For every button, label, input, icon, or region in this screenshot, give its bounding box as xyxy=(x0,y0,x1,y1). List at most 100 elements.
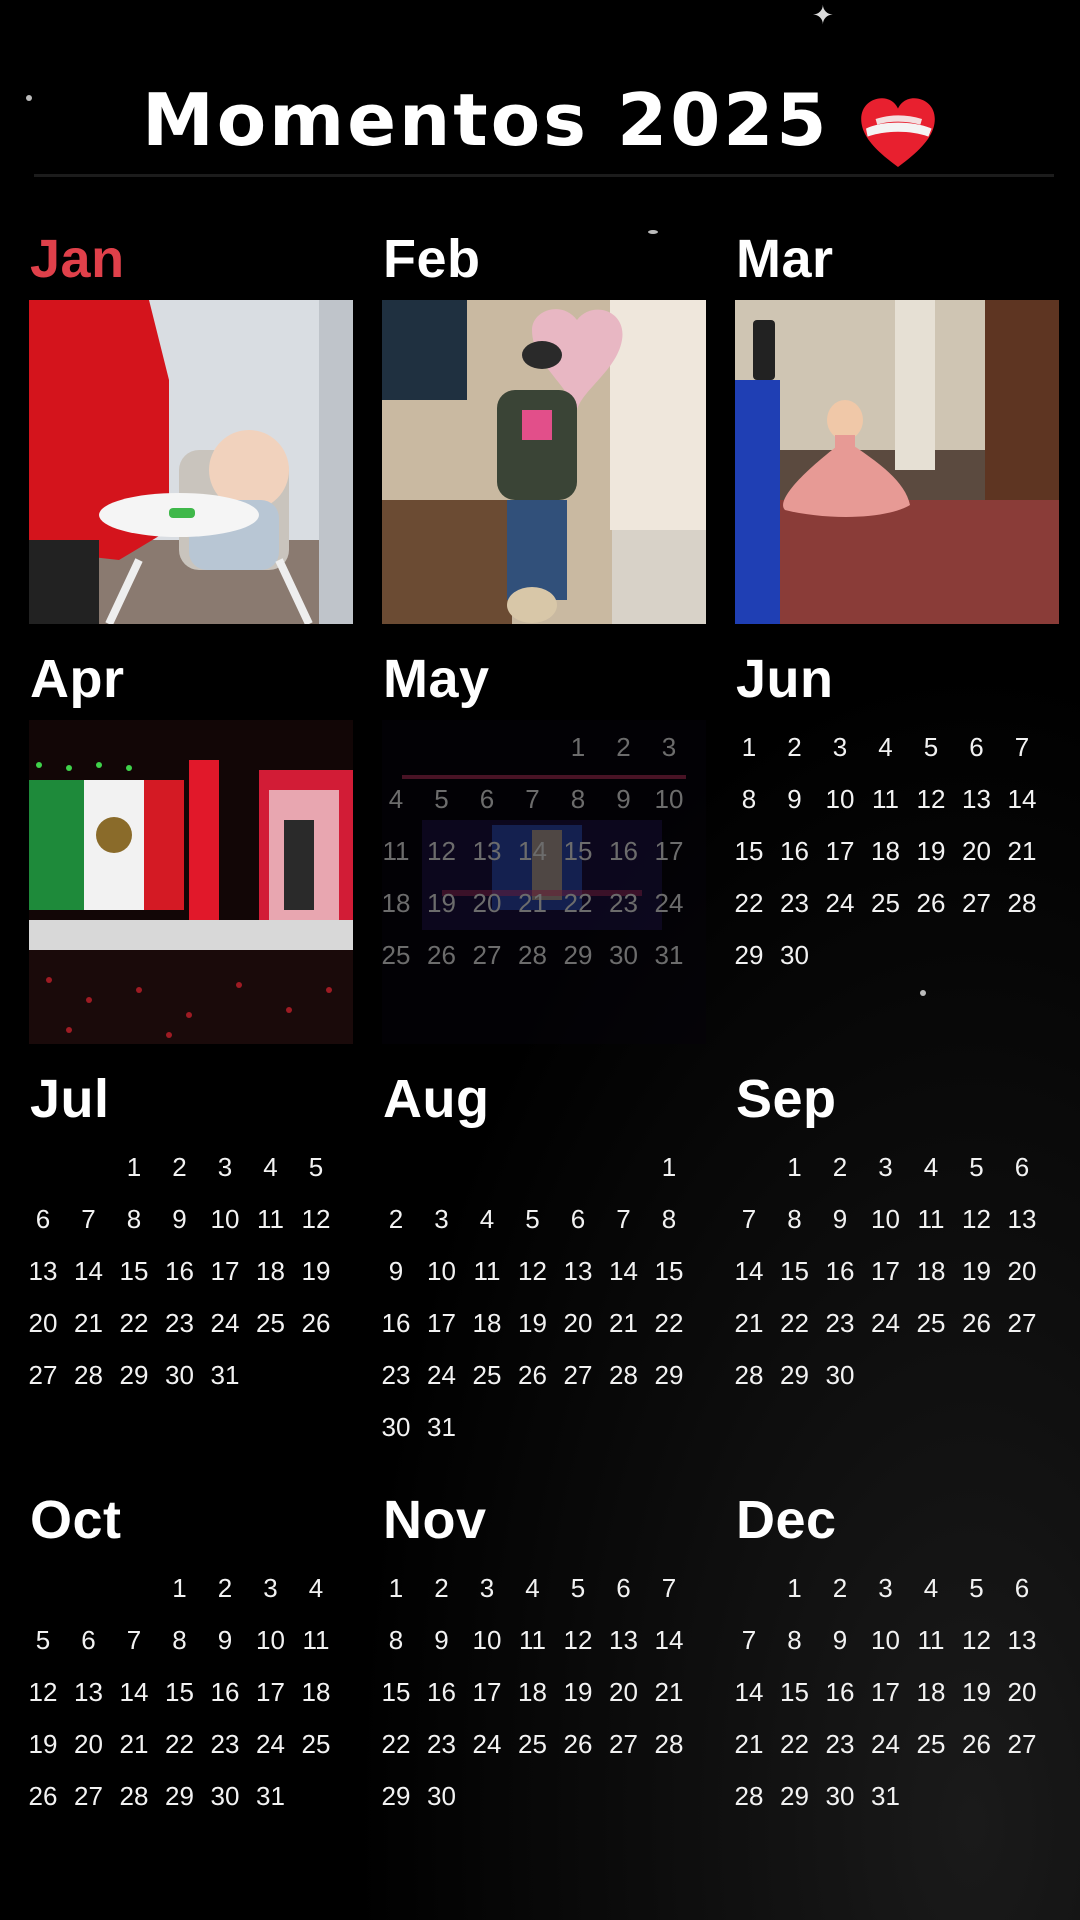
day-cell[interactable]: 3 xyxy=(419,1204,465,1235)
day-cell[interactable]: 21 xyxy=(601,1308,647,1339)
day-cell[interactable]: 10 xyxy=(248,1625,294,1656)
day-cell[interactable]: 28 xyxy=(726,1360,772,1391)
quinceanera-dress-photo[interactable] xyxy=(735,300,1059,624)
day-cell[interactable]: 5 xyxy=(954,1152,1000,1183)
day-cell[interactable]: 6 xyxy=(464,784,510,815)
day-cell[interactable]: 29 xyxy=(726,940,772,971)
day-cell[interactable]: 26 xyxy=(293,1308,339,1339)
day-cell[interactable]: 16 xyxy=(817,1256,863,1287)
day-cell[interactable]: 8 xyxy=(646,1204,692,1235)
day-cell[interactable]: 22 xyxy=(373,1729,419,1760)
day-cell[interactable]: 9 xyxy=(601,784,647,815)
day-cell[interactable]: 9 xyxy=(817,1625,863,1656)
day-cell[interactable]: 6 xyxy=(20,1204,66,1235)
day-cell[interactable]: 19 xyxy=(908,836,954,867)
day-cell[interactable]: 7 xyxy=(646,1573,692,1604)
day-cell[interactable]: 29 xyxy=(157,1781,203,1812)
day-cell[interactable]: 21 xyxy=(999,836,1045,867)
day-cell[interactable]: 1 xyxy=(555,732,601,763)
day-cell[interactable]: 1 xyxy=(157,1573,203,1604)
day-cell[interactable]: 25 xyxy=(510,1729,556,1760)
day-cell[interactable]: 16 xyxy=(157,1256,203,1287)
day-cell[interactable]: 7 xyxy=(726,1625,772,1656)
day-cell[interactable]: 16 xyxy=(373,1308,419,1339)
day-cell[interactable]: 20 xyxy=(555,1308,601,1339)
day-cell[interactable]: 28 xyxy=(111,1781,157,1812)
day-cell[interactable]: 24 xyxy=(863,1729,909,1760)
day-cell[interactable]: 22 xyxy=(772,1729,818,1760)
day-cell[interactable]: 15 xyxy=(772,1677,818,1708)
day-cell[interactable]: 12 xyxy=(293,1204,339,1235)
day-cell[interactable]: 24 xyxy=(646,888,692,919)
day-cell[interactable]: 30 xyxy=(772,940,818,971)
day-cell[interactable]: 12 xyxy=(555,1625,601,1656)
day-cell[interactable]: 3 xyxy=(817,732,863,763)
day-cell[interactable]: 2 xyxy=(202,1573,248,1604)
day-cell[interactable]: 26 xyxy=(555,1729,601,1760)
concert-mexican-flag-photo[interactable] xyxy=(29,720,353,1044)
day-cell[interactable]: 11 xyxy=(863,784,909,815)
man-with-heart-balloon-photo[interactable] xyxy=(382,300,706,624)
day-cell[interactable]: 14 xyxy=(999,784,1045,815)
day-cell[interactable]: 11 xyxy=(908,1204,954,1235)
day-cell[interactable]: 31 xyxy=(419,1412,465,1443)
day-cell[interactable]: 1 xyxy=(373,1573,419,1604)
day-cell[interactable]: 11 xyxy=(510,1625,556,1656)
day-cell[interactable]: 15 xyxy=(772,1256,818,1287)
day-cell[interactable]: 20 xyxy=(999,1677,1045,1708)
day-cell[interactable]: 14 xyxy=(510,836,556,867)
day-cell[interactable]: 19 xyxy=(954,1677,1000,1708)
day-cell[interactable]: 2 xyxy=(817,1152,863,1183)
day-cell[interactable]: 24 xyxy=(863,1308,909,1339)
day-cell[interactable]: 2 xyxy=(772,732,818,763)
day-cell[interactable]: 21 xyxy=(726,1729,772,1760)
day-cell[interactable]: 14 xyxy=(726,1677,772,1708)
day-cell[interactable]: 27 xyxy=(555,1360,601,1391)
day-cell[interactable]: 21 xyxy=(646,1677,692,1708)
day-cell[interactable]: 29 xyxy=(772,1360,818,1391)
month-aug[interactable]: Aug 1 2 3 4 5 6 7 8 9 10 11 12 13 14 15 16 17 18 19 20 21 22 23… xyxy=(382,1068,707,1468)
day-cell[interactable]: 25 xyxy=(373,940,419,971)
day-cell[interactable]: 12 xyxy=(908,784,954,815)
day-cell[interactable]: 17 xyxy=(248,1677,294,1708)
day-cell[interactable]: 20 xyxy=(999,1256,1045,1287)
day-cell[interactable]: 26 xyxy=(20,1781,66,1812)
day-cell[interactable]: 8 xyxy=(111,1204,157,1235)
day-cell[interactable]: 10 xyxy=(646,784,692,815)
day-cell[interactable]: 10 xyxy=(863,1204,909,1235)
day-cell[interactable]: 6 xyxy=(954,732,1000,763)
day-cell[interactable]: 4 xyxy=(293,1573,339,1604)
day-cell[interactable]: 27 xyxy=(601,1729,647,1760)
day-cell[interactable]: 16 xyxy=(817,1677,863,1708)
day-cell[interactable]: 12 xyxy=(20,1677,66,1708)
day-cell[interactable]: 21 xyxy=(726,1308,772,1339)
day-cell[interactable]: 24 xyxy=(419,1360,465,1391)
day-cell[interactable]: 14 xyxy=(66,1256,112,1287)
day-cell[interactable]: 6 xyxy=(66,1625,112,1656)
day-cell[interactable]: 5 xyxy=(555,1573,601,1604)
day-cell[interactable]: 2 xyxy=(817,1573,863,1604)
day-cell[interactable]: 24 xyxy=(817,888,863,919)
day-cell[interactable]: 31 xyxy=(248,1781,294,1812)
day-cell[interactable]: 28 xyxy=(601,1360,647,1391)
day-cell[interactable]: 22 xyxy=(646,1308,692,1339)
day-cell[interactable]: 22 xyxy=(726,888,772,919)
day-cell[interactable]: 16 xyxy=(772,836,818,867)
day-cell[interactable]: 14 xyxy=(646,1625,692,1656)
day-cell[interactable]: 9 xyxy=(419,1625,465,1656)
day-cell[interactable]: 8 xyxy=(772,1204,818,1235)
day-cell[interactable]: 20 xyxy=(954,836,1000,867)
day-cell[interactable]: 2 xyxy=(419,1573,465,1604)
concert-stage-photo[interactable] xyxy=(382,720,706,1044)
day-cell[interactable]: 12 xyxy=(510,1256,556,1287)
day-cell[interactable]: 12 xyxy=(954,1625,1000,1656)
day-cell[interactable]: 4 xyxy=(908,1152,954,1183)
day-cell[interactable]: 6 xyxy=(601,1573,647,1604)
day-cell[interactable]: 3 xyxy=(248,1573,294,1604)
day-cell[interactable]: 31 xyxy=(202,1360,248,1391)
day-cell[interactable]: 11 xyxy=(248,1204,294,1235)
day-cell[interactable]: 5 xyxy=(510,1204,556,1235)
day-cell[interactable]: 27 xyxy=(464,940,510,971)
day-cell[interactable]: 29 xyxy=(646,1360,692,1391)
day-cell[interactable]: 15 xyxy=(373,1677,419,1708)
